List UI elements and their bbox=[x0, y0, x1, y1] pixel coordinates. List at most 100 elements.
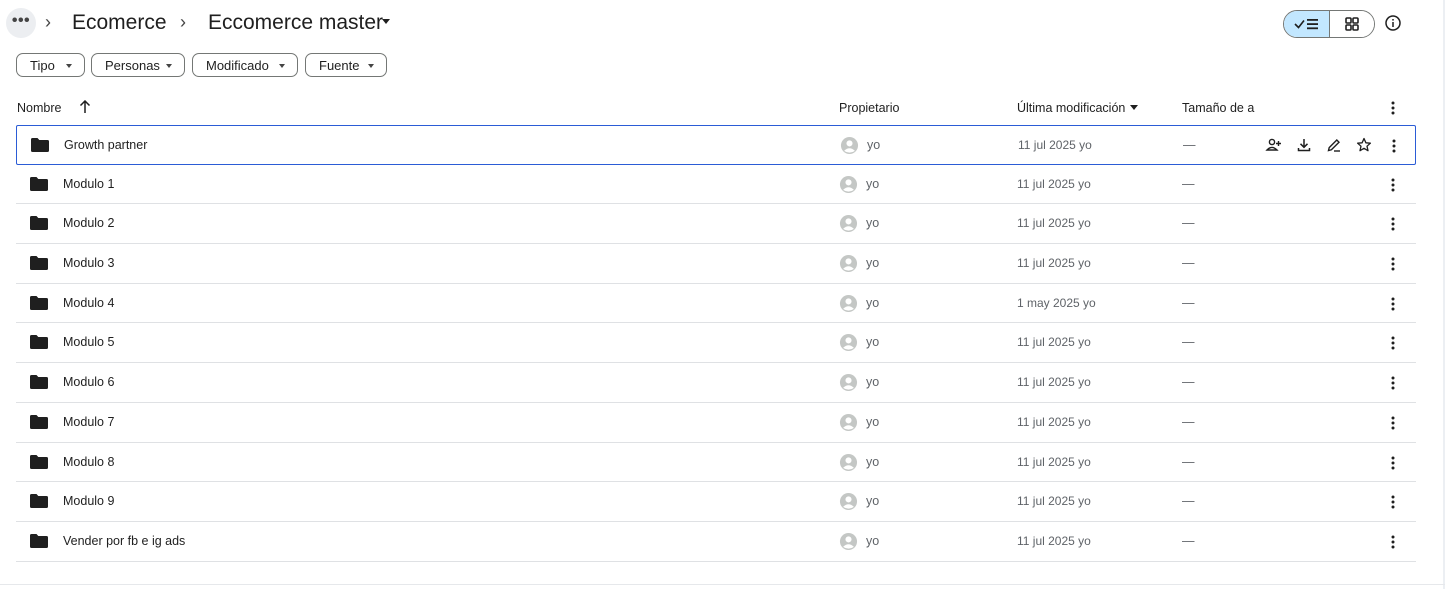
breadcrumb-separator: › bbox=[180, 12, 186, 32]
file-row[interactable]: Modulo 8 yo 11 jul 2025 yo — bbox=[16, 443, 1416, 483]
file-name: Modulo 4 bbox=[63, 295, 115, 310]
details-button[interactable] bbox=[1382, 12, 1404, 34]
breadcrumb-more-button[interactable]: ••• bbox=[6, 8, 36, 38]
file-size: — bbox=[1182, 375, 1195, 390]
column-header-name[interactable]: Nombre bbox=[17, 101, 61, 115]
file-row[interactable]: Growth partner yo 11 jul 2025 yo — bbox=[16, 125, 1416, 165]
breadcrumb-separator: › bbox=[45, 12, 51, 32]
folder-menu-caret-icon[interactable] bbox=[382, 19, 390, 24]
file-size: — bbox=[1182, 454, 1195, 469]
file-list: Growth partner yo 11 jul 2025 yo — Modulo 1 y… bbox=[16, 125, 1416, 562]
filter-fuente[interactable]: Fuente bbox=[305, 53, 387, 77]
filter-tipo[interactable]: Tipo bbox=[16, 53, 85, 77]
file-row[interactable]: Modulo 5 yo 11 jul 2025 yo — bbox=[16, 323, 1416, 364]
file-row[interactable]: Modulo 1 yo 11 jul 2025 yo — bbox=[16, 165, 1416, 205]
more-vert-icon[interactable] bbox=[1386, 414, 1400, 432]
column-header-owner: Propietario bbox=[839, 101, 900, 115]
file-row[interactable]: Modulo 4 yo 1 may 2025 yo — bbox=[16, 284, 1416, 324]
filter-label: Modificado bbox=[206, 57, 269, 73]
file-owner: yo bbox=[866, 454, 880, 469]
folder-icon bbox=[30, 216, 48, 231]
list-view-button[interactable] bbox=[1284, 11, 1330, 37]
file-name: Modulo 6 bbox=[63, 375, 115, 390]
file-row[interactable]: Modulo 6 yo 11 jul 2025 yo — bbox=[16, 363, 1416, 403]
file-owner: yo bbox=[866, 216, 880, 231]
more-vert-icon[interactable] bbox=[1386, 215, 1400, 233]
download-icon[interactable] bbox=[1295, 136, 1313, 154]
file-size: — bbox=[1182, 216, 1195, 231]
more-vert-icon[interactable] bbox=[1386, 533, 1400, 551]
folder-icon bbox=[30, 454, 48, 469]
file-row[interactable]: Vender por fb e ig ads yo 11 jul 2025 yo — bbox=[16, 522, 1416, 562]
file-name: Modulo 5 bbox=[63, 335, 115, 350]
star-icon[interactable] bbox=[1355, 136, 1373, 154]
grid-view-button[interactable] bbox=[1330, 11, 1374, 37]
file-owner: yo bbox=[866, 494, 880, 509]
file-row[interactable]: Modulo 3 yo 11 jul 2025 yo — bbox=[16, 244, 1416, 284]
file-modified: 11 jul 2025 yo bbox=[1017, 454, 1091, 469]
avatar-icon bbox=[839, 453, 858, 471]
folder-icon bbox=[30, 295, 48, 310]
file-name: Modulo 7 bbox=[63, 414, 115, 429]
file-size: — bbox=[1182, 494, 1195, 509]
share-person-icon[interactable] bbox=[1265, 136, 1283, 154]
more-vert-icon[interactable] bbox=[1386, 99, 1400, 117]
file-row[interactable]: Modulo 9 yo 11 jul 2025 yo — bbox=[16, 482, 1416, 522]
file-modified: 11 jul 2025 yo bbox=[1017, 335, 1091, 350]
more-vert-icon[interactable] bbox=[1386, 493, 1400, 511]
avatar-icon bbox=[839, 493, 858, 511]
file-size: — bbox=[1182, 335, 1195, 350]
filter-modificado[interactable]: Modificado bbox=[192, 53, 298, 77]
file-modified: 11 jul 2025 yo bbox=[1017, 414, 1091, 429]
grid-icon bbox=[1345, 17, 1359, 31]
file-owner: yo bbox=[866, 414, 880, 429]
more-vert-icon[interactable] bbox=[1386, 255, 1400, 273]
more-vert-icon[interactable] bbox=[1386, 374, 1400, 392]
view-toggle bbox=[1283, 10, 1375, 38]
column-header-modified[interactable]: Última modificación bbox=[1017, 101, 1139, 115]
file-size: — bbox=[1182, 295, 1195, 310]
more-horiz-icon: ••• bbox=[11, 12, 31, 29]
file-owner: yo bbox=[866, 533, 880, 548]
more-vert-icon[interactable] bbox=[1387, 137, 1401, 155]
filter-personas[interactable]: Personas bbox=[91, 53, 185, 77]
check-list-icon bbox=[1293, 19, 1318, 30]
file-owner: yo bbox=[866, 176, 880, 191]
file-name: Modulo 9 bbox=[63, 494, 115, 509]
breadcrumb-item-ecomerce[interactable]: Ecomerce bbox=[72, 10, 167, 36]
file-owner: yo bbox=[866, 335, 880, 350]
file-owner: yo bbox=[867, 138, 881, 152]
file-size: — bbox=[1183, 138, 1196, 152]
folder-icon bbox=[30, 533, 48, 548]
list-bottom-divider bbox=[0, 584, 1445, 585]
more-vert-icon[interactable] bbox=[1386, 295, 1400, 313]
file-size: — bbox=[1182, 176, 1195, 191]
avatar-icon bbox=[839, 374, 858, 392]
more-vert-icon[interactable] bbox=[1386, 334, 1400, 352]
avatar-icon bbox=[839, 175, 858, 193]
file-row[interactable]: Modulo 2 yo 11 jul 2025 yo — bbox=[16, 204, 1416, 245]
more-vert-icon[interactable] bbox=[1386, 176, 1400, 194]
header-bar: ••• › Ecomerce › Eccomerce master bbox=[0, 0, 1445, 46]
file-owner: yo bbox=[866, 256, 880, 271]
column-header-size[interactable]: Tamaño de a bbox=[1182, 101, 1254, 115]
rename-icon[interactable] bbox=[1325, 136, 1343, 154]
filter-label: Fuente bbox=[319, 57, 360, 73]
breadcrumb-item-current-folder[interactable]: Eccomerce master bbox=[208, 10, 383, 36]
file-modified: 11 jul 2025 yo bbox=[1017, 216, 1091, 231]
avatar-icon bbox=[839, 215, 858, 233]
more-vert-icon[interactable] bbox=[1386, 454, 1400, 472]
file-size: — bbox=[1182, 533, 1195, 548]
folder-icon bbox=[31, 138, 49, 152]
file-row[interactable]: Modulo 7 yo 11 jul 2025 yo — bbox=[16, 403, 1416, 443]
avatar-icon bbox=[839, 532, 858, 550]
arrow-up-icon[interactable] bbox=[79, 100, 91, 114]
file-modified: 11 jul 2025 yo bbox=[1017, 375, 1091, 390]
file-modified: 11 jul 2025 yo bbox=[1018, 138, 1092, 152]
file-owner: yo bbox=[866, 375, 880, 390]
file-name: Growth partner bbox=[64, 138, 148, 152]
folder-icon bbox=[30, 414, 48, 429]
file-name: Modulo 8 bbox=[63, 454, 115, 469]
dropdown-arrow-icon bbox=[66, 64, 72, 68]
file-modified: 1 may 2025 yo bbox=[1017, 295, 1096, 310]
